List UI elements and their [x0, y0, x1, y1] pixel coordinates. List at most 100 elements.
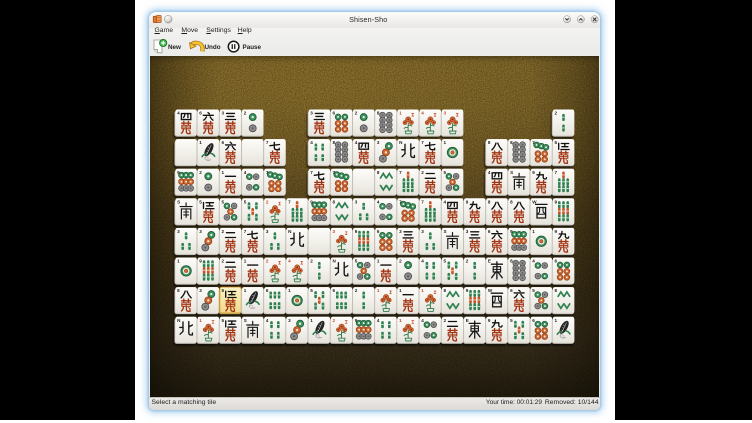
- svg-text:5: 5: [554, 140, 557, 145]
- svg-text:3: 3: [354, 199, 357, 204]
- svg-text:4: 4: [310, 140, 313, 145]
- svg-text:9: 9: [310, 199, 313, 204]
- svg-text:4: 4: [532, 259, 535, 264]
- svg-text:3: 3: [177, 229, 180, 234]
- svg-text:6: 6: [332, 111, 335, 116]
- svg-text:6: 6: [376, 229, 379, 234]
- svg-text:2: 2: [199, 170, 202, 175]
- svg-text:8: 8: [177, 288, 180, 293]
- svg-text:4: 4: [243, 170, 246, 175]
- svg-text:9: 9: [465, 199, 468, 204]
- svg-text:3: 3: [399, 229, 402, 234]
- svg-text:4: 4: [376, 199, 379, 204]
- svg-text:3: 3: [199, 229, 202, 234]
- svg-text:6: 6: [221, 140, 224, 145]
- svg-text:9: 9: [532, 170, 535, 175]
- svg-text:7: 7: [332, 170, 335, 175]
- svg-text:3: 3: [310, 111, 313, 116]
- svg-text:2: 2: [443, 318, 446, 323]
- svg-text:7: 7: [421, 140, 424, 145]
- svg-text:4: 4: [487, 170, 490, 175]
- svg-text:5: 5: [510, 318, 513, 323]
- svg-text:W: W: [487, 288, 492, 293]
- svg-text:6: 6: [265, 288, 268, 293]
- svg-text:1: 1: [532, 229, 535, 234]
- svg-text:9: 9: [465, 288, 468, 293]
- svg-text:2: 2: [221, 229, 224, 234]
- svg-text:S: S: [510, 170, 513, 175]
- svg-text:S: S: [177, 199, 180, 204]
- svg-text:2: 2: [465, 259, 468, 264]
- svg-text:5: 5: [310, 288, 313, 293]
- svg-text:5: 5: [221, 199, 224, 204]
- svg-text:S: S: [243, 318, 246, 323]
- svg-text:1: 1: [399, 111, 402, 116]
- svg-text:3: 3: [221, 111, 224, 116]
- svg-text:S: S: [443, 229, 446, 234]
- svg-text:7: 7: [310, 170, 313, 175]
- svg-text:2: 2: [265, 199, 268, 204]
- svg-text:4: 4: [354, 140, 357, 145]
- svg-text:1: 1: [177, 259, 180, 264]
- svg-text:8: 8: [487, 199, 490, 204]
- svg-text:9: 9: [554, 229, 557, 234]
- svg-text:1: 1: [243, 259, 246, 264]
- svg-text:2: 2: [265, 259, 268, 264]
- svg-text:7: 7: [399, 199, 402, 204]
- svg-text:9: 9: [487, 318, 490, 323]
- svg-text:8: 8: [376, 170, 379, 175]
- svg-text:4: 4: [421, 318, 424, 323]
- svg-text:5: 5: [243, 199, 246, 204]
- svg-text:1: 1: [421, 288, 424, 293]
- svg-text:7: 7: [421, 199, 424, 204]
- svg-text:6: 6: [554, 259, 557, 264]
- svg-text:1: 1: [376, 288, 379, 293]
- svg-text:1: 1: [399, 318, 402, 323]
- svg-text:1: 1: [199, 140, 202, 145]
- svg-text:8: 8: [510, 199, 513, 204]
- svg-text:8: 8: [510, 259, 513, 264]
- svg-text:E: E: [487, 259, 490, 264]
- svg-text:5: 5: [221, 288, 224, 293]
- svg-text:W: W: [532, 199, 537, 204]
- svg-text:9: 9: [554, 199, 557, 204]
- svg-text:6: 6: [199, 111, 202, 116]
- svg-text:9: 9: [510, 229, 513, 234]
- svg-text:2: 2: [399, 259, 402, 264]
- svg-text:5: 5: [443, 170, 446, 175]
- svg-text:5: 5: [532, 288, 535, 293]
- svg-text:2: 2: [354, 111, 357, 116]
- svg-text:1: 1: [310, 318, 313, 323]
- svg-text:8: 8: [554, 288, 557, 293]
- svg-text:9: 9: [354, 318, 357, 323]
- svg-text:3: 3: [376, 140, 379, 145]
- svg-text:1: 1: [554, 318, 557, 323]
- svg-text:6: 6: [510, 288, 513, 293]
- svg-text:2: 2: [421, 170, 424, 175]
- svg-text:4: 4: [376, 318, 379, 323]
- svg-text:2: 2: [221, 259, 224, 264]
- svg-text:7: 7: [288, 199, 291, 204]
- svg-text:4: 4: [177, 111, 180, 116]
- svg-text:2: 2: [243, 111, 246, 116]
- svg-text:8: 8: [487, 140, 490, 145]
- svg-text:1: 1: [199, 318, 202, 323]
- svg-text:4: 4: [288, 259, 291, 264]
- svg-text:4: 4: [443, 199, 446, 204]
- svg-text:2: 2: [554, 111, 557, 116]
- svg-text:4: 4: [265, 318, 268, 323]
- svg-text:2: 2: [354, 288, 357, 293]
- svg-text:7: 7: [554, 170, 557, 175]
- svg-text:2: 2: [332, 318, 335, 323]
- svg-text:3: 3: [421, 229, 424, 234]
- svg-text:1: 1: [399, 288, 402, 293]
- svg-text:1: 1: [243, 288, 246, 293]
- svg-text:3: 3: [443, 111, 446, 116]
- svg-text:8: 8: [510, 140, 513, 145]
- svg-text:E: E: [465, 318, 468, 323]
- svg-text:1: 1: [288, 288, 291, 293]
- svg-text:6: 6: [332, 288, 335, 293]
- svg-text:8: 8: [332, 140, 335, 145]
- svg-text:5: 5: [199, 199, 202, 204]
- svg-text:3: 3: [288, 318, 291, 323]
